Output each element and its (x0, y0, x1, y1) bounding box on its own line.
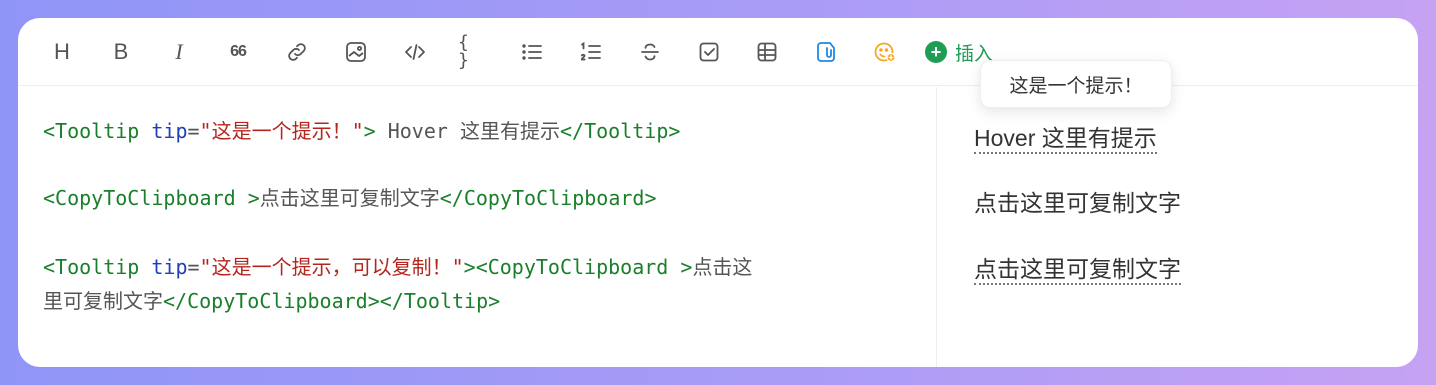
heading-button[interactable]: H (46, 36, 78, 68)
preview-copy-text[interactable]: 点击这里可复制文字 (974, 184, 1181, 218)
code-tag: <Tooltip (43, 255, 152, 279)
code-string: "这是一个提示！" (199, 119, 364, 143)
bold-icon: B (113, 39, 129, 64)
code-eq: = (187, 255, 200, 279)
link-icon (288, 43, 306, 61)
bullet-list-button[interactable] (516, 36, 548, 68)
code-tag: <CopyToClipboard > (475, 255, 693, 279)
code-icon (405, 44, 425, 60)
preview-tooltip-copy-label[interactable]: 点击这里可复制文字 (974, 256, 1181, 285)
table-button[interactable] (751, 36, 783, 68)
italic-icon: I (175, 39, 183, 64)
toolbar: H B I 66 { } + 插入 (18, 18, 1418, 86)
heading-icon: H (54, 39, 70, 64)
code-text: Hover 这里有提示 (375, 119, 560, 143)
code-text: 里可复制文字 (43, 289, 163, 313)
code-attr: tip (151, 119, 188, 143)
plus-icon: + (925, 41, 947, 63)
editor-window: H B I 66 { } + 插入 <Tooltip tip="这是一个提示！"… (18, 18, 1418, 367)
emoji-button[interactable] (869, 36, 901, 68)
clipboard-icon (817, 42, 835, 62)
code-tag: <CopyToClipboard > (43, 186, 260, 210)
bold-button[interactable]: B (105, 36, 137, 68)
table-icon (757, 42, 777, 62)
code-text: 点击这 (692, 255, 753, 279)
code-line-2: <CopyToClipboard >点击这里可复制文字</CopyToClipb… (43, 181, 657, 215)
code-tag: > (363, 119, 376, 143)
code-line-4: 里可复制文字</CopyToClipboard></Tooltip> (43, 284, 500, 318)
preview-copy-label[interactable]: 点击这里可复制文字 (974, 190, 1181, 216)
bullet-list-icon (522, 44, 542, 60)
quote-button[interactable]: 66 (222, 36, 254, 68)
code-attr: tip (151, 255, 188, 279)
code-text: 点击这里可复制文字 (259, 186, 440, 210)
tooltip-popup: 这是一个提示！ (980, 60, 1172, 108)
code-line-3: <Tooltip tip="这是一个提示，可以复制！"><CopyToClipb… (43, 250, 752, 284)
preview-tooltip-trigger[interactable]: Hover 这里有提示 (974, 119, 1157, 154)
link-button[interactable] (281, 36, 313, 68)
code-tag: </Tooltip> (559, 119, 681, 143)
quote-icon: 66 (230, 43, 247, 60)
code-line-1: <Tooltip tip="这是一个提示！"> Hover 这里有提示</Too… (43, 114, 680, 148)
ordered-list-icon (580, 41, 601, 61)
italic-button[interactable]: I (163, 36, 195, 68)
braces-icon: { } (458, 32, 469, 71)
emoji-icon (874, 42, 896, 63)
checkbox-icon (699, 42, 719, 62)
image-icon (346, 42, 366, 62)
code-tag: <Tooltip (43, 119, 152, 143)
code-eq: = (187, 119, 200, 143)
code-string: "这是一个提示，可以复制！" (199, 255, 464, 279)
preview-hover-text[interactable]: Hover 这里有提示 (974, 125, 1157, 154)
strikethrough-button[interactable] (634, 36, 666, 68)
tooltip-text: 这是一个提示！ (1009, 75, 1143, 97)
code-tag: </CopyToClipboard></Tooltip> (163, 289, 501, 313)
code-block-button[interactable]: { } (458, 32, 490, 71)
code-editor[interactable]: <Tooltip tip="这是一个提示！"> Hover 这里有提示</Too… (18, 87, 936, 367)
clipboard-button[interactable] (810, 36, 842, 68)
image-button[interactable] (340, 36, 372, 68)
preview-tooltip-copy-text[interactable]: 点击这里可复制文字 (974, 250, 1181, 285)
pane-divider (936, 87, 937, 367)
code-tag: > (463, 255, 476, 279)
task-list-button[interactable] (693, 36, 725, 68)
code-tag: </CopyToClipboard> (439, 186, 657, 210)
strikethrough-icon (641, 43, 659, 61)
code-button[interactable] (399, 36, 431, 68)
ordered-list-button[interactable] (575, 36, 607, 68)
